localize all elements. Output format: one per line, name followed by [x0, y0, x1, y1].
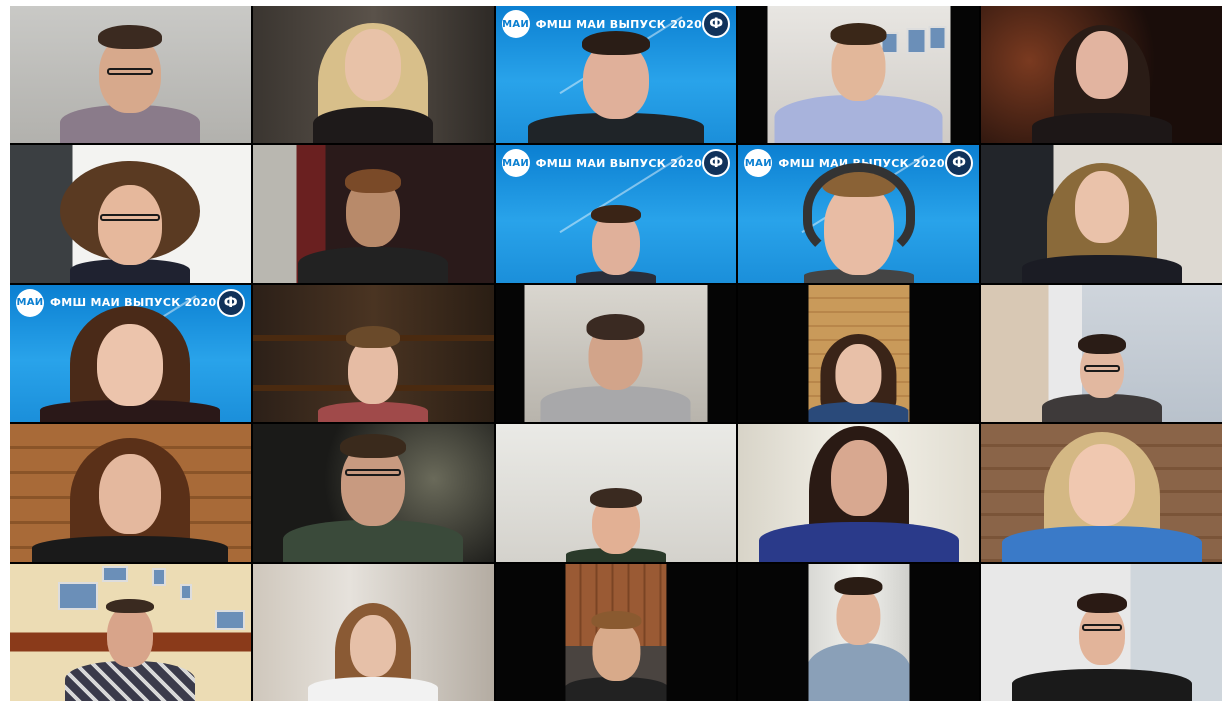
video-feed [981, 563, 1222, 701]
video-feed [565, 563, 667, 701]
participant-avatar [1017, 149, 1187, 283]
participant-tile[interactable] [981, 6, 1222, 144]
participant-tile[interactable] [981, 563, 1222, 701]
participant-tile[interactable] [738, 424, 980, 562]
participant-tile[interactable] [10, 145, 251, 283]
fmsh-logo-icon: Ф [702, 149, 731, 178]
fmsh-logo-icon: Ф [945, 149, 974, 178]
video-feed [495, 424, 737, 562]
participant-tile[interactable] [495, 284, 737, 423]
participant-avatar [997, 424, 1207, 562]
video-feed [252, 284, 494, 423]
participant-avatar [526, 31, 706, 144]
participant-tile[interactable]: МАИ ФМШ МАИ ВЫПУСК 2020 Ф [10, 284, 251, 423]
participant-tile[interactable] [738, 6, 980, 144]
video-feed [808, 563, 910, 701]
banner-title: ФМШ МАИ ВЫПУСК 2020 [535, 156, 703, 170]
video-feed [524, 284, 708, 423]
participant-tile[interactable] [252, 563, 494, 701]
participant-avatar [1022, 13, 1182, 144]
participants-gallery: МАИ ФМШ МАИ ВЫПУСК 2020 Ф МАИ ФМШ МАИ ВЫ… [10, 6, 1222, 701]
participant-tile[interactable] [495, 563, 737, 701]
video-feed [252, 563, 494, 701]
participant-avatar [774, 23, 944, 144]
participant-tile[interactable] [495, 424, 737, 562]
video-feed [981, 284, 1222, 423]
participant-avatar [30, 432, 230, 562]
headphones-icon [802, 162, 915, 259]
video-feed: МАИ ФМШ МАИ ВЫПУСК 2020 Ф [495, 6, 737, 144]
video-feed [252, 6, 494, 144]
participant-tile[interactable]: МАИ ФМШ МАИ ВЫПУСК 2020 Ф [495, 145, 737, 283]
participant-tile[interactable] [252, 424, 494, 562]
branding-banner: МАИ ФМШ МАИ ВЫПУСК 2020 Ф [501, 149, 731, 178]
participant-tile[interactable] [252, 284, 494, 423]
video-feed [808, 284, 910, 423]
participant-avatar [293, 159, 453, 283]
participant-tile[interactable] [981, 284, 1222, 423]
video-feed: МАИ ФМШ МАИ ВЫПУСК 2020 Ф [495, 145, 737, 283]
video-feed [10, 6, 251, 144]
video-feed [981, 424, 1222, 562]
participant-avatar [1007, 592, 1197, 701]
video-feed [252, 424, 494, 562]
participant-tile[interactable] [981, 424, 1222, 562]
video-feed [981, 6, 1222, 144]
video-feed [10, 424, 251, 562]
participant-tile[interactable] [10, 563, 251, 701]
participant-avatar [754, 424, 964, 562]
participant-avatar [298, 597, 448, 701]
video-feed [981, 145, 1222, 283]
participant-avatar [808, 330, 909, 423]
participant-tile[interactable] [981, 145, 1222, 283]
participant-avatar [293, 318, 453, 423]
participant-avatar [556, 203, 676, 283]
participant-tile[interactable] [738, 563, 980, 701]
video-feed [738, 424, 980, 562]
participant-avatar [1022, 334, 1182, 423]
participant-tile[interactable] [10, 424, 251, 562]
participant-avatar [561, 487, 671, 562]
mai-logo-icon: МАИ [501, 149, 530, 178]
participant-tile[interactable] [252, 6, 494, 144]
participant-avatar [565, 610, 667, 701]
mai-logo-icon: МАИ [744, 149, 773, 178]
video-feed [10, 145, 251, 283]
participant-avatar [35, 302, 225, 423]
participant-tile[interactable]: МАИ ФМШ МАИ ВЫПУСК 2020 Ф [495, 6, 737, 144]
video-feed [10, 563, 251, 701]
participant-avatar [808, 576, 910, 701]
participant-tile[interactable]: МАИ ФМШ МАИ ВЫПУСК 2020 Ф [738, 145, 980, 283]
video-feed: МАИ ФМШ МАИ ВЫПУСК 2020 Ф [10, 284, 251, 423]
banner-title: ФМШ МАИ ВЫПУСК 2020 [535, 17, 703, 31]
participant-tile[interactable] [10, 6, 251, 144]
video-feed [252, 145, 494, 283]
video-feed [767, 6, 951, 144]
participant-tile[interactable] [252, 145, 494, 283]
participant-avatar [278, 428, 468, 562]
video-feed: МАИ ФМШ МАИ ВЫПУСК 2020 Ф [738, 145, 980, 283]
participant-avatar [531, 314, 701, 423]
participant-avatar [55, 598, 205, 701]
participant-avatar [784, 159, 934, 283]
participant-tile[interactable] [738, 284, 980, 423]
fmsh-logo-icon: Ф [702, 10, 731, 38]
participant-avatar [45, 147, 215, 283]
participant-avatar [293, 9, 453, 144]
participant-avatar [50, 23, 210, 144]
